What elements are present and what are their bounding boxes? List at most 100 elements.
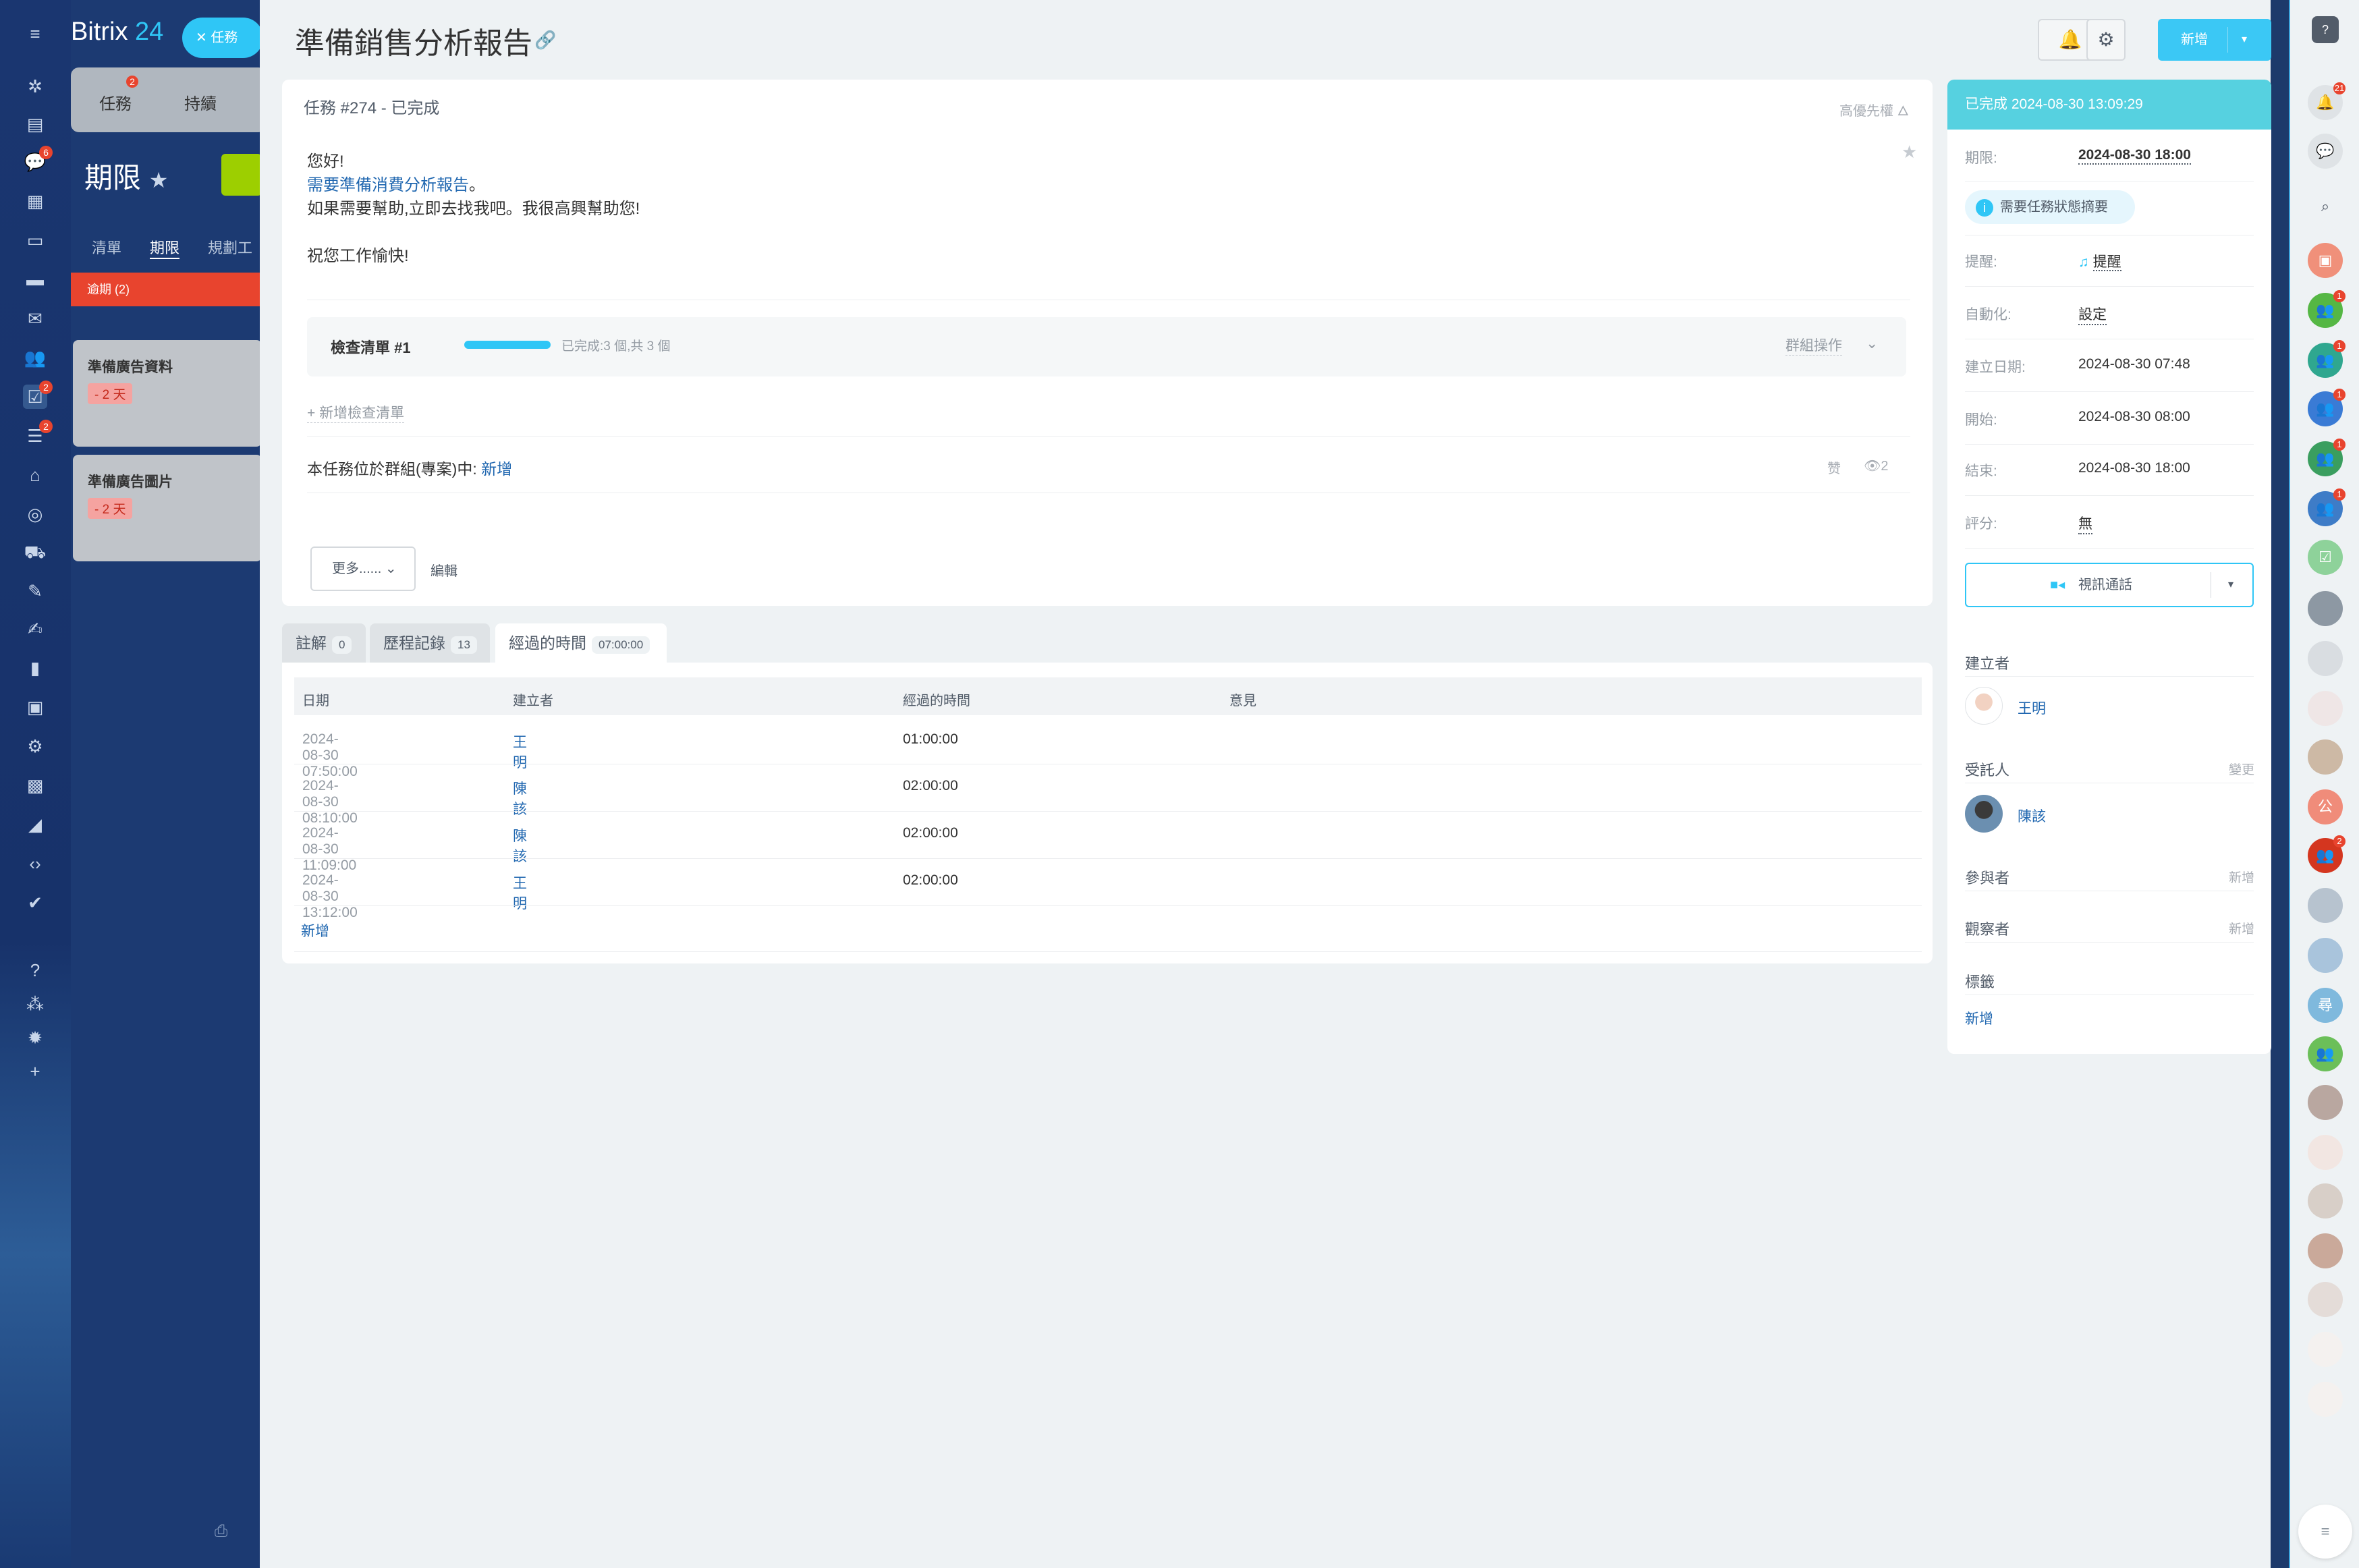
group-chat-icon[interactable]: 👥 1 (2308, 389, 2346, 426)
help-icon[interactable]: ? (2312, 16, 2339, 43)
bg-subtab-planner[interactable]: 規劃工 (208, 236, 252, 258)
contact-card-icon[interactable]: ▣ (2308, 243, 2343, 278)
groups-icon[interactable]: 👥 (23, 345, 47, 370)
user-avatar[interactable] (2308, 1332, 2343, 1367)
creator-avatar[interactable] (1965, 687, 2003, 725)
automation-value[interactable]: 設定 (2078, 304, 2107, 325)
menu-icon[interactable]: ≡ (23, 22, 47, 46)
calendar-icon[interactable]: ▦ (23, 189, 47, 213)
messenger-icon[interactable]: 💬 (2308, 134, 2343, 169)
copy-link-icon[interactable]: 🔗 (534, 30, 556, 51)
favorite-star-icon[interactable]: ★ (149, 168, 169, 192)
sign-icon[interactable]: ✍ (23, 617, 47, 641)
assignee-name[interactable]: 陳該 (2018, 806, 2046, 826)
notifications-icon[interactable]: 🔔 21 (2308, 82, 2346, 120)
user-avatar[interactable] (2308, 938, 2343, 973)
user-avatar[interactable] (2308, 1382, 2343, 1417)
background-task-card[interactable]: 準備廣告圖片 - 2 天 (73, 455, 262, 561)
tasks-icon[interactable]: ☑ 2 (23, 381, 53, 409)
bg-subtab-deadline[interactable]: 期限 (150, 236, 180, 259)
status-summary-chip[interactable]: i 需要任務狀態摘要 (1965, 190, 2135, 224)
drive-icon[interactable]: ▬ (23, 267, 47, 291)
chat-icon[interactable]: 💬 6 (23, 146, 53, 174)
desc-link[interactable]: 需要準備消費分析報告 (307, 176, 469, 194)
brand-logo[interactable]: Bitrix 24 (71, 18, 163, 47)
change-assignee-link[interactable]: 變更 (2229, 760, 2254, 778)
cart-icon[interactable]: ⛟ (23, 540, 47, 564)
group-add-link[interactable]: 新增 (481, 460, 512, 478)
group-chat-icon[interactable]: 👥 1 (2308, 290, 2346, 328)
video-call-button[interactable]: ■◂ 視訊通話 ▾ (1965, 563, 2254, 607)
docs-icon[interactable]: ▭ (23, 228, 47, 252)
user-avatar[interactable]: 公 (2308, 789, 2343, 824)
group-chat-icon[interactable]: 👥 2 (2308, 835, 2346, 873)
forms-icon[interactable]: ✎ (23, 579, 47, 603)
slider-close-chip[interactable]: ✕ 任務 (182, 18, 263, 58)
add-tag-link[interactable]: 新增 (1965, 1008, 1993, 1028)
group-chat-icon[interactable]: 👥 1 (2308, 439, 2346, 476)
tab-history[interactable]: 歷程記錄 13 (370, 623, 490, 663)
user-avatar[interactable] (2308, 739, 2343, 775)
like-button[interactable]: 赞 (1827, 457, 1841, 477)
robot-icon[interactable]: ⚙ (23, 734, 47, 758)
reminder-value[interactable]: ♫ 提醒 (2078, 251, 2121, 271)
bg-subtab-list[interactable]: 清單 (92, 236, 121, 258)
tab-comments[interactable]: 註解 0 (282, 623, 366, 663)
checklist-group-action[interactable]: 群組操作 (1785, 335, 1842, 356)
store-icon[interactable]: ▩ (23, 773, 47, 797)
feed-icon[interactable]: ▤ (23, 112, 47, 136)
sitemap-icon[interactable]: ⁂ (23, 992, 47, 1016)
sites-icon[interactable]: ◢ (23, 812, 47, 837)
add-observer-link[interactable]: 新增 (2229, 919, 2254, 937)
user-avatar[interactable] (2308, 1233, 2343, 1268)
settings-button[interactable]: ⚙ (2086, 19, 2126, 61)
user-avatar[interactable] (2308, 591, 2343, 626)
row-creator[interactable]: 陳該 (513, 825, 527, 866)
new-task-button[interactable]: 新增 ▾ (2158, 19, 2271, 61)
bg-tab-tasks[interactable]: 任務 (99, 90, 132, 114)
user-avatar[interactable] (2308, 888, 2343, 923)
contact-card-icon[interactable]: ▣ (23, 695, 47, 719)
tab-elapsed-time[interactable]: 經過的時間 07:00:00 (495, 623, 667, 663)
add-icon[interactable]: + (23, 1059, 47, 1084)
row-creator[interactable]: 王明 (513, 872, 527, 913)
row-creator[interactable]: 王明 (513, 731, 527, 772)
group-chat-icon[interactable]: 👥 (2308, 1036, 2343, 1071)
group-chat-icon[interactable]: 👥 1 (2308, 488, 2346, 526)
mail-icon[interactable]: ✉ (23, 306, 47, 331)
bank-icon[interactable]: ⌂ (23, 463, 47, 487)
chevron-down-icon[interactable]: ▾ (2242, 19, 2247, 61)
chevron-down-icon[interactable]: ⌄ (1866, 335, 1878, 352)
user-avatar[interactable] (2308, 691, 2343, 726)
user-avatar[interactable] (2308, 1135, 2343, 1170)
creator-name[interactable]: 王明 (2018, 698, 2046, 718)
tasks-chat-icon[interactable]: ☑ (2308, 540, 2343, 575)
add-checklist-link[interactable]: + 新增檢查清單 (307, 402, 405, 423)
rail-menu-icon[interactable]: ≡ (2298, 1505, 2352, 1559)
settings-icon[interactable]: ✹ (23, 1026, 47, 1050)
rating-value[interactable]: 無 (2078, 513, 2092, 534)
checklist-title[interactable]: 檢查清單 #1 (331, 336, 411, 358)
bg-tab-ongoing[interactable]: 持續 (184, 90, 217, 114)
filter-icon[interactable]: ☰ 2 (23, 420, 53, 448)
search-icon[interactable]: ⌕ (2308, 189, 2343, 224)
deadline-value[interactable]: 2024-08-30 18:00 (2078, 147, 2191, 165)
collab-icon[interactable]: ✲ (23, 74, 47, 99)
priority-toggle[interactable]: 高優先權 🜂 (1839, 96, 1909, 123)
background-task-card[interactable]: 準備廣告資料 - 2 天 (73, 340, 262, 447)
add-participant-link[interactable]: 新增 (2229, 868, 2254, 886)
chevron-down-icon[interactable]: ▾ (2228, 564, 2233, 606)
help-icon[interactable]: ? (23, 958, 47, 982)
check-circle-icon[interactable]: ✔ (23, 891, 47, 915)
background-create-button[interactable] (221, 154, 262, 196)
favorite-star-icon[interactable]: ★ (1902, 142, 1917, 163)
user-avatar[interactable] (2308, 641, 2343, 676)
row-creator[interactable]: 陳該 (513, 778, 527, 818)
analytics-icon[interactable]: ▮ (23, 656, 47, 680)
user-avatar[interactable] (2308, 1183, 2343, 1219)
user-avatar[interactable]: 尋 (2308, 988, 2343, 1023)
more-button[interactable]: 更多...... ⌄ (310, 547, 416, 591)
group-chat-icon[interactable]: 👥 1 (2308, 340, 2346, 378)
assignee-avatar[interactable] (1965, 795, 2003, 833)
developer-icon[interactable]: ‹› (23, 851, 47, 876)
